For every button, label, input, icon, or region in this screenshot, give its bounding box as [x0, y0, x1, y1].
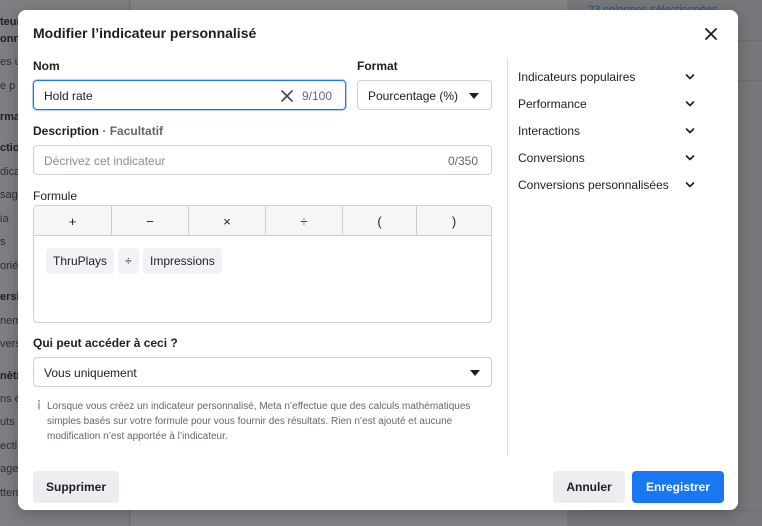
name-label: Nom: [33, 59, 60, 73]
caret-down-icon: [470, 370, 480, 376]
category-label: Indicateurs populaires: [518, 70, 636, 84]
operator-close-paren-button[interactable]: ): [417, 206, 491, 236]
close-button[interactable]: [701, 24, 721, 44]
edit-custom-metric-dialog: Modifier l’indicateur personnalisé Nom 9…: [18, 10, 738, 510]
chevron-down-icon: [685, 182, 695, 188]
access-select[interactable]: Vous uniquement: [33, 357, 492, 387]
description-label: Description · Facultatif: [33, 124, 163, 138]
background-divider: [586, 510, 762, 511]
format-label: Format: [357, 59, 398, 73]
category-interactions[interactable]: Interactions: [518, 121, 698, 141]
format-value: Pourcentage (%): [368, 89, 459, 103]
operator-multiply-button[interactable]: ×: [189, 206, 266, 236]
category-popular-metrics[interactable]: Indicateurs populaires: [518, 67, 698, 87]
format-select[interactable]: Pourcentage (%): [357, 80, 492, 110]
formula-token-operator[interactable]: ÷: [118, 248, 139, 274]
operator-bar: + − × ÷ ( ): [34, 206, 491, 236]
close-icon: [705, 28, 717, 40]
formula-editor[interactable]: + − × ÷ ( ) ThruPlays ÷ Impressions: [33, 205, 492, 323]
cancel-button[interactable]: Annuler: [553, 471, 625, 503]
caret-down-icon: [469, 93, 479, 99]
chevron-down-icon: [685, 128, 695, 134]
category-label: Performance: [518, 97, 587, 111]
access-label: Qui peut accéder à ceci ?: [33, 336, 178, 350]
description-counter: 0/350: [448, 154, 479, 168]
name-input[interactable]: [44, 87, 264, 105]
panel-divider: [507, 58, 508, 456]
info-text: Lorsque vous créez un indicateur personn…: [47, 401, 471, 442]
category-performance[interactable]: Performance: [518, 94, 698, 114]
category-label: Conversions: [518, 151, 585, 165]
clear-icon[interactable]: [280, 89, 294, 103]
info-icon: [38, 400, 40, 410]
delete-button[interactable]: Supprimer: [33, 471, 119, 503]
chevron-down-icon: [685, 155, 695, 161]
description-field[interactable]: 0/350: [33, 145, 492, 175]
dialog-title: Modifier l’indicateur personnalisé: [33, 25, 257, 41]
operator-open-paren-button[interactable]: (: [343, 206, 417, 236]
name-counter: 9/100: [302, 89, 333, 103]
description-label-text: Description: [33, 124, 100, 138]
access-value: Vous uniquement: [44, 366, 137, 380]
save-button[interactable]: Enregistrer: [632, 471, 724, 503]
formula-token-metric[interactable]: ThruPlays: [46, 248, 115, 274]
optional-tag: · Facultatif: [102, 124, 164, 138]
formula-label: Formule: [33, 189, 78, 203]
formula-token-metric[interactable]: Impressions: [143, 248, 222, 274]
chevron-down-icon: [685, 74, 695, 80]
operator-divide-button[interactable]: ÷: [266, 206, 343, 236]
category-label: Interactions: [518, 124, 581, 138]
category-conversions[interactable]: Conversions: [518, 148, 698, 168]
operator-minus-button[interactable]: −: [112, 206, 189, 236]
category-label: Conversions personnalisées: [518, 178, 669, 192]
operator-plus-button[interactable]: +: [34, 206, 112, 236]
description-input[interactable]: [44, 152, 424, 170]
name-field[interactable]: 9/100: [33, 80, 346, 110]
category-custom-conversions[interactable]: Conversions personnalisées: [518, 175, 698, 195]
chevron-down-icon: [685, 101, 695, 107]
